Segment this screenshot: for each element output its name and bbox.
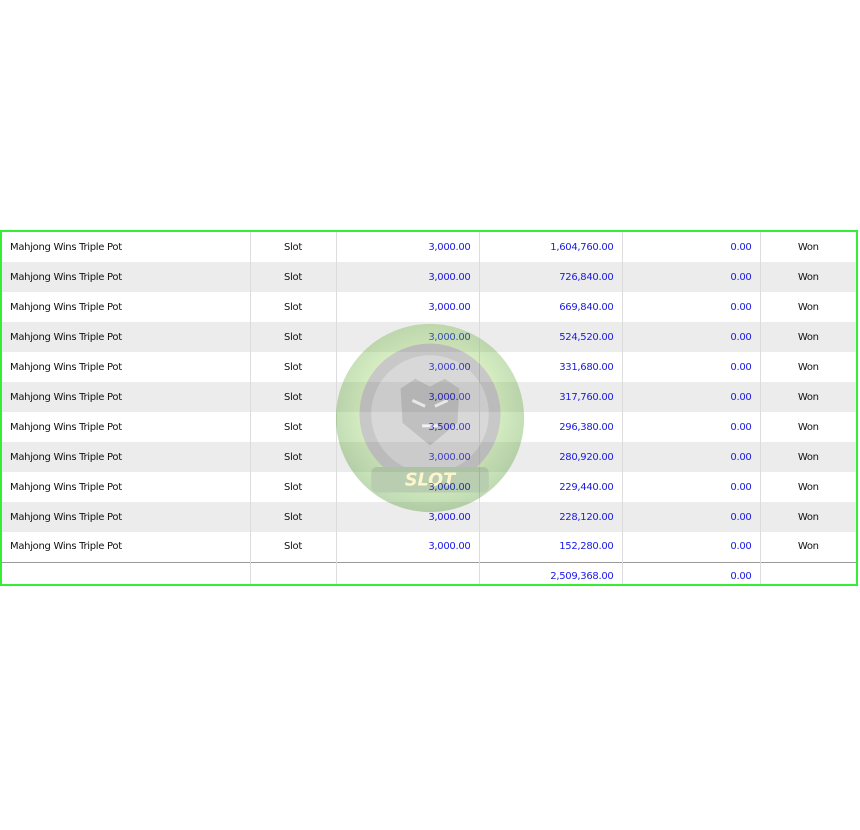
table-row: Mahjong Wins Triple Pot Slot 3,000.00 228,1…	[2, 502, 856, 532]
game-type-cell: Slot	[250, 532, 337, 562]
totals-row: 2,509,368.00 0.00	[2, 561, 856, 584]
totals-empty-cell	[336, 561, 480, 584]
win-amount-cell: 524,520.00	[479, 322, 623, 352]
bet-amount-cell: 3,000.00	[336, 292, 480, 322]
win-amount-cell: 229,440.00	[479, 472, 623, 502]
game-type-cell: Slot	[250, 472, 337, 502]
game-name-cell: Mahjong Wins Triple Pot	[2, 412, 251, 442]
game-name-cell: Mahjong Wins Triple Pot	[2, 442, 251, 472]
win-amount-cell: 228,120.00	[479, 502, 623, 532]
game-type-cell: Slot	[250, 232, 337, 262]
win-amount-cell: 317,760.00	[479, 382, 623, 412]
bet-amount-cell: 3,000.00	[336, 352, 480, 382]
win-amount-cell: 1,604,760.00	[479, 232, 623, 262]
game-type-cell: Slot	[250, 412, 337, 442]
table-row: Mahjong Wins Triple Pot Slot 3,000.00 280,9…	[2, 442, 856, 472]
table-row: Mahjong Wins Triple Pot Slot 3,000.00 152,2…	[2, 532, 856, 562]
bet-status-cell: Won	[760, 472, 856, 502]
game-type-cell: Slot	[250, 382, 337, 412]
table-row: Mahjong Wins Triple Pot Slot 3,000.00 669,8…	[2, 292, 856, 322]
bet-status-cell: Won	[760, 292, 856, 322]
game-name-cell: Mahjong Wins Triple Pot	[2, 352, 251, 382]
table-row: Mahjong Wins Triple Pot Slot 3,000.00 1,604…	[2, 232, 856, 262]
totals-empty-cell	[2, 561, 251, 584]
profit-amount-cell: 0.00	[622, 292, 761, 322]
bet-amount-cell: 3,000.00	[336, 322, 480, 352]
bet-amount-cell: 3,000.00	[336, 382, 480, 412]
game-name-cell: Mahjong Wins Triple Pot	[2, 502, 251, 532]
win-amount-cell: 296,380.00	[479, 412, 623, 442]
profit-amount-cell: 0.00	[622, 412, 761, 442]
game-type-cell: Slot	[250, 442, 337, 472]
win-amount-cell: 726,840.00	[479, 262, 623, 292]
profit-amount-cell: 0.00	[622, 532, 761, 562]
bet-status-cell: Won	[760, 352, 856, 382]
bet-history-table: Mahjong Wins Triple Pot Slot 3,000.00 1,604…	[2, 232, 856, 584]
game-name-cell: Mahjong Wins Triple Pot	[2, 472, 251, 502]
game-name-cell: Mahjong Wins Triple Pot	[2, 322, 251, 352]
total-win-amount: 2,509,368.00	[479, 561, 623, 584]
table-row: Mahjong Wins Triple Pot Slot 3,000.00 317,7…	[2, 382, 856, 412]
table-row: Mahjong Wins Triple Pot Slot 3,000.00 331,6…	[2, 352, 856, 382]
bet-history-table-frame: Mahjong Wins Triple Pot Slot 3,000.00 1,604…	[0, 230, 858, 586]
bet-status-cell: Won	[760, 412, 856, 442]
bet-amount-cell: 3,000.00	[336, 442, 480, 472]
bet-status-cell: Won	[760, 322, 856, 352]
profit-amount-cell: 0.00	[622, 232, 761, 262]
totals-empty-cell	[760, 561, 856, 584]
game-name-cell: Mahjong Wins Triple Pot	[2, 382, 251, 412]
game-type-cell: Slot	[250, 292, 337, 322]
profit-amount-cell: 0.00	[622, 502, 761, 532]
win-amount-cell: 669,840.00	[479, 292, 623, 322]
profit-amount-cell: 0.00	[622, 322, 761, 352]
game-name-cell: Mahjong Wins Triple Pot	[2, 262, 251, 292]
game-name-cell: Mahjong Wins Triple Pot	[2, 292, 251, 322]
game-name-cell: Mahjong Wins Triple Pot	[2, 532, 251, 562]
table-row: Mahjong Wins Triple Pot Slot 3,000.00 229,4…	[2, 472, 856, 502]
bet-status-cell: Won	[760, 502, 856, 532]
game-type-cell: Slot	[250, 352, 337, 382]
game-type-cell: Slot	[250, 262, 337, 292]
bet-status-cell: Won	[760, 442, 856, 472]
profit-amount-cell: 0.00	[622, 382, 761, 412]
game-type-cell: Slot	[250, 322, 337, 352]
profit-amount-cell: 0.00	[622, 442, 761, 472]
total-profit-amount: 0.00	[622, 561, 761, 584]
totals-empty-cell	[250, 561, 337, 584]
bet-amount-cell: 3,000.00	[336, 232, 480, 262]
profit-amount-cell: 0.00	[622, 472, 761, 502]
table-row: Mahjong Wins Triple Pot Slot 3,000.00 524,5…	[2, 322, 856, 352]
bet-amount-cell: 3,500.00	[336, 412, 480, 442]
bet-status-cell: Won	[760, 382, 856, 412]
bet-status-cell: Won	[760, 262, 856, 292]
bet-amount-cell: 3,000.00	[336, 532, 480, 562]
profit-amount-cell: 0.00	[622, 352, 761, 382]
win-amount-cell: 280,920.00	[479, 442, 623, 472]
table-row: Mahjong Wins Triple Pot Slot 3,500.00 296,3…	[2, 412, 856, 442]
table-row: Mahjong Wins Triple Pot Slot 3,000.00 726,8…	[2, 262, 856, 292]
profit-amount-cell: 0.00	[622, 262, 761, 292]
game-type-cell: Slot	[250, 502, 337, 532]
bet-amount-cell: 3,000.00	[336, 262, 480, 292]
win-amount-cell: 331,680.00	[479, 352, 623, 382]
bet-status-cell: Won	[760, 532, 856, 562]
bet-amount-cell: 3,000.00	[336, 472, 480, 502]
win-amount-cell: 152,280.00	[479, 532, 623, 562]
game-name-cell: Mahjong Wins Triple Pot	[2, 232, 251, 262]
bet-status-cell: Won	[760, 232, 856, 262]
bet-amount-cell: 3,000.00	[336, 502, 480, 532]
